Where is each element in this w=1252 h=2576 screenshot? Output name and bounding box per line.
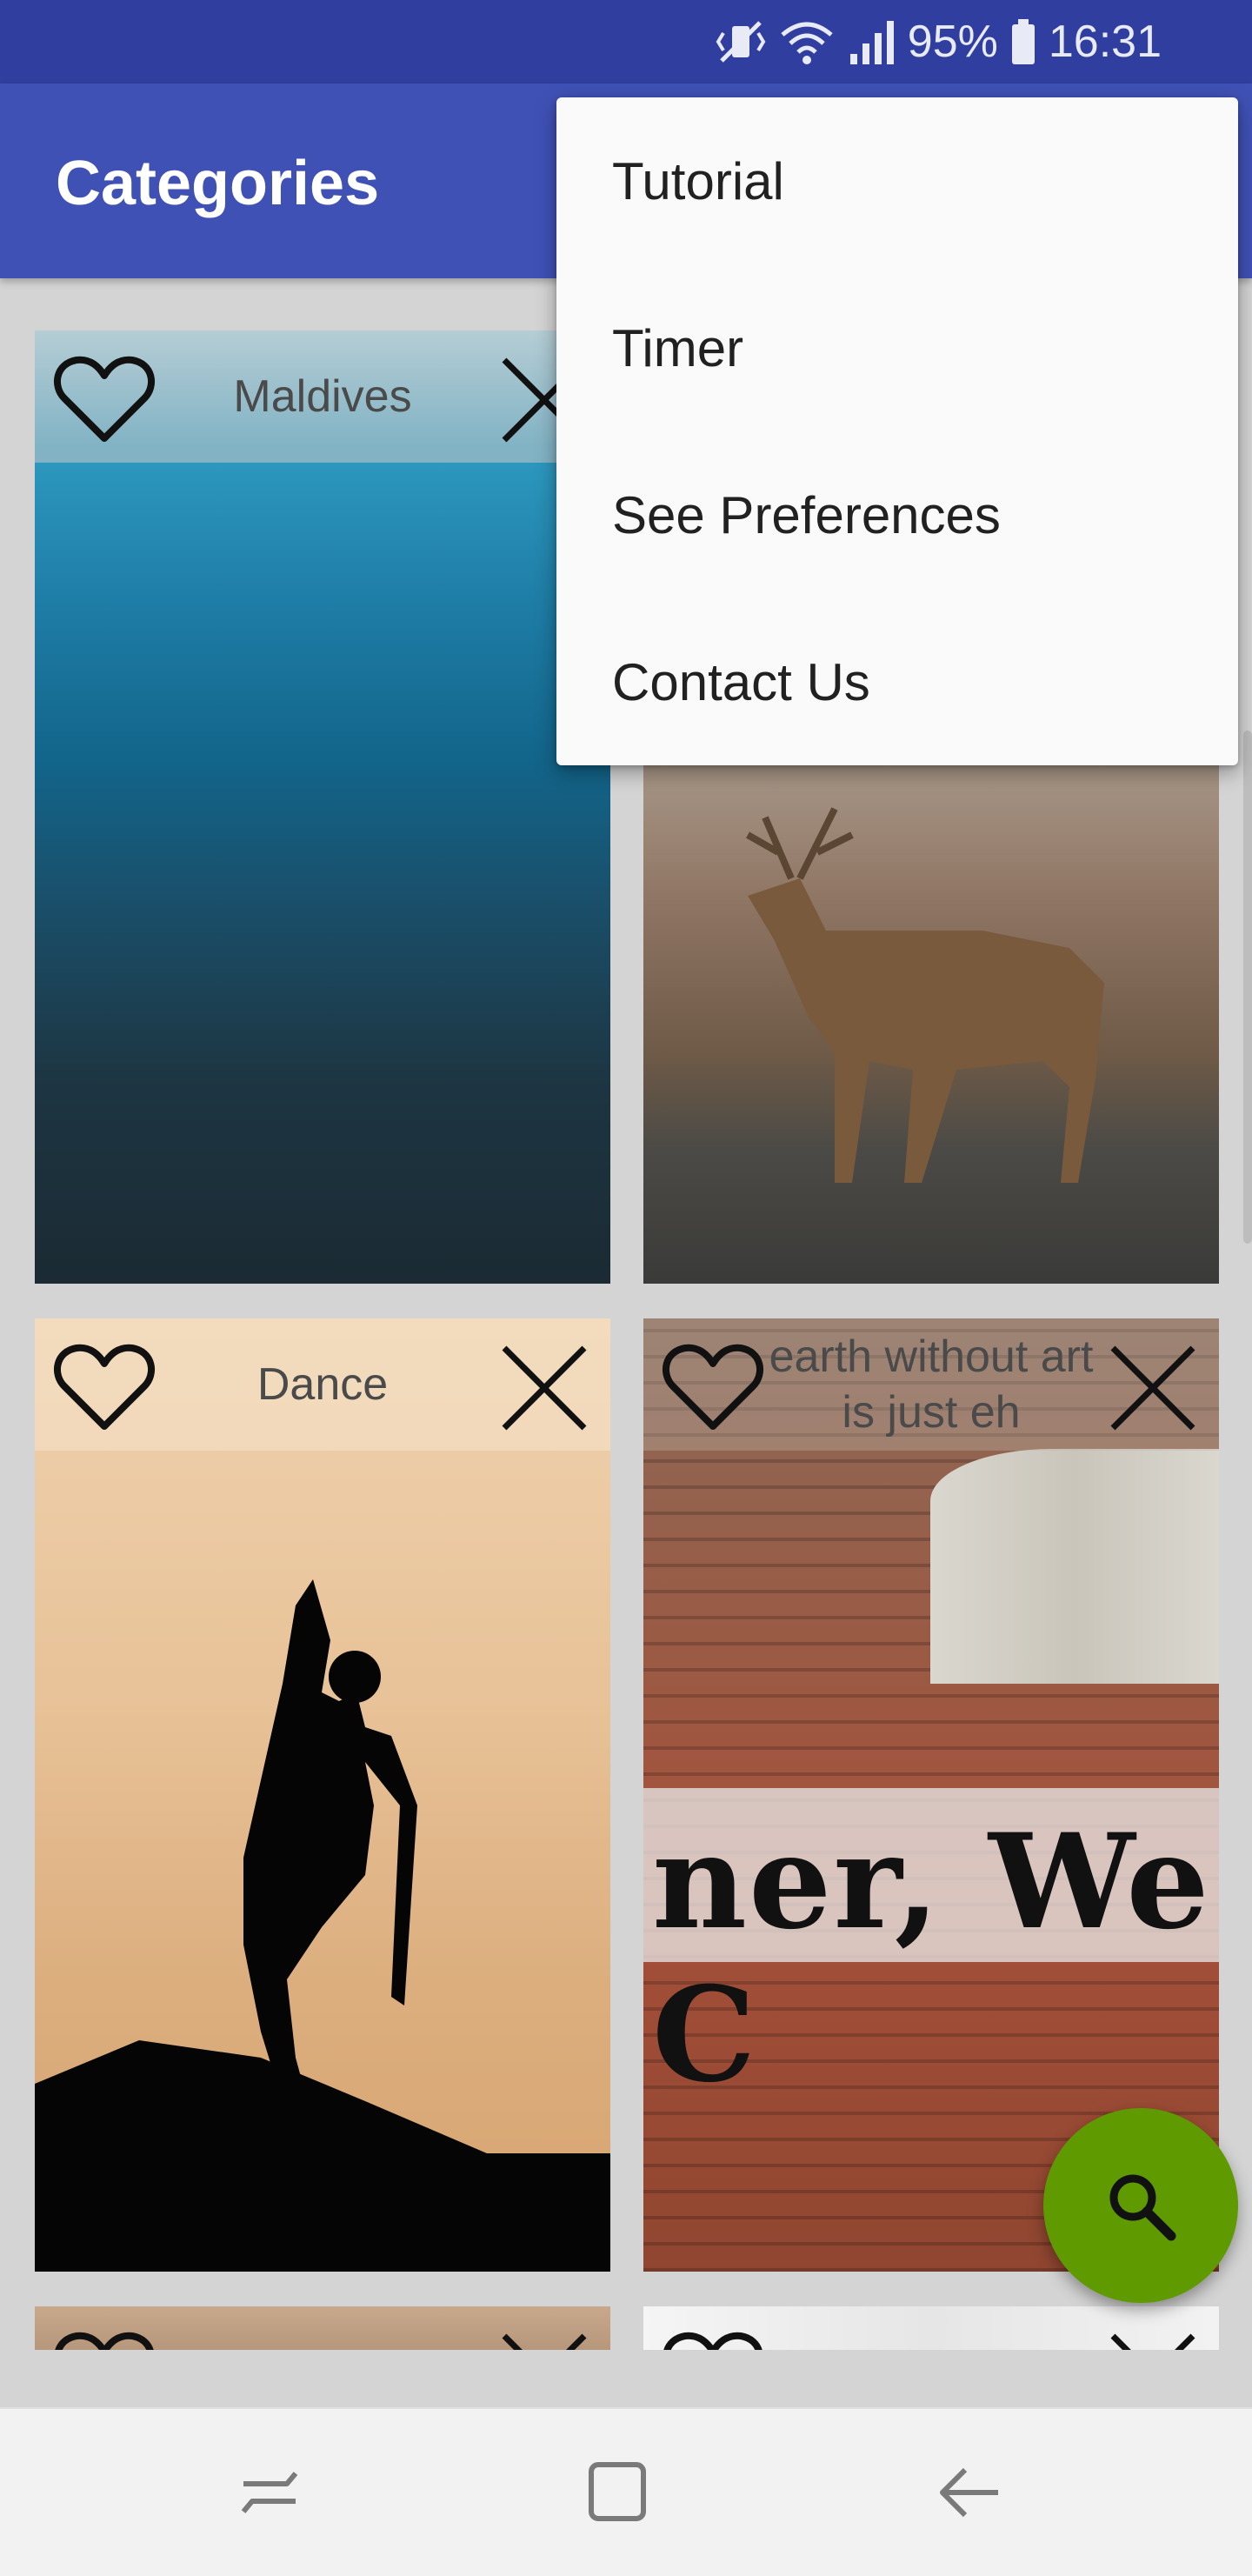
heart-icon[interactable] [661,2327,765,2350]
heart-icon[interactable] [52,1339,156,1435]
signal-icon [849,21,894,64]
status-icons: 95% 16:31 [715,0,1162,83]
category-card[interactable] [35,2306,610,2350]
category-card[interactable]: Maldives [35,330,610,1284]
card-caption: Dance [256,1359,389,1410]
close-icon[interactable] [496,1339,593,1437]
menu-item-tutorial[interactable]: Tutorial [556,97,1238,264]
heart-icon[interactable] [52,2327,156,2350]
category-card[interactable]: Dance [35,1318,610,2272]
dancer-silhouette [35,1579,610,2272]
deer-silhouette [746,807,1104,1183]
menu-item-contact-us[interactable]: Contact Us [556,598,1238,765]
search-icon [1109,2174,1176,2241]
back-icon[interactable] [927,2449,1014,2536]
category-card[interactable] [643,2306,1219,2350]
close-icon[interactable] [1104,2327,1202,2350]
battery-percent: 95% [907,17,998,67]
clock: 16:31 [1048,17,1162,67]
card-caption: earth without art is just eh [769,1331,1094,1438]
menu-item-see-preferences[interactable]: See Preferences [556,431,1238,598]
vibrate-off-icon [716,21,766,63]
search-fab-button[interactable] [1043,2108,1238,2303]
menu-item-timer[interactable]: Timer [556,264,1238,431]
battery-icon [1011,19,1035,64]
close-icon[interactable] [1104,1339,1202,1437]
system-nav-bar [0,2407,1252,2576]
home-icon[interactable] [574,2449,661,2536]
overflow-menu: Tutorial Timer See Preferences Contact U… [556,97,1238,765]
scrollbar[interactable] [1243,731,1252,1244]
card-caption: Maldives [233,371,412,422]
card-image [35,330,610,1284]
heart-icon[interactable] [661,1339,765,1435]
close-icon[interactable] [496,2327,593,2350]
heart-icon[interactable] [52,351,156,447]
recents-icon[interactable] [226,2449,313,2536]
page-title: Categories [56,149,380,218]
status-bar: 95% 16:31 [0,0,1252,83]
window-shutter [930,1449,1219,1684]
graffiti-art: ner, We C [652,1805,1211,2112]
wifi-icon [781,22,833,64]
